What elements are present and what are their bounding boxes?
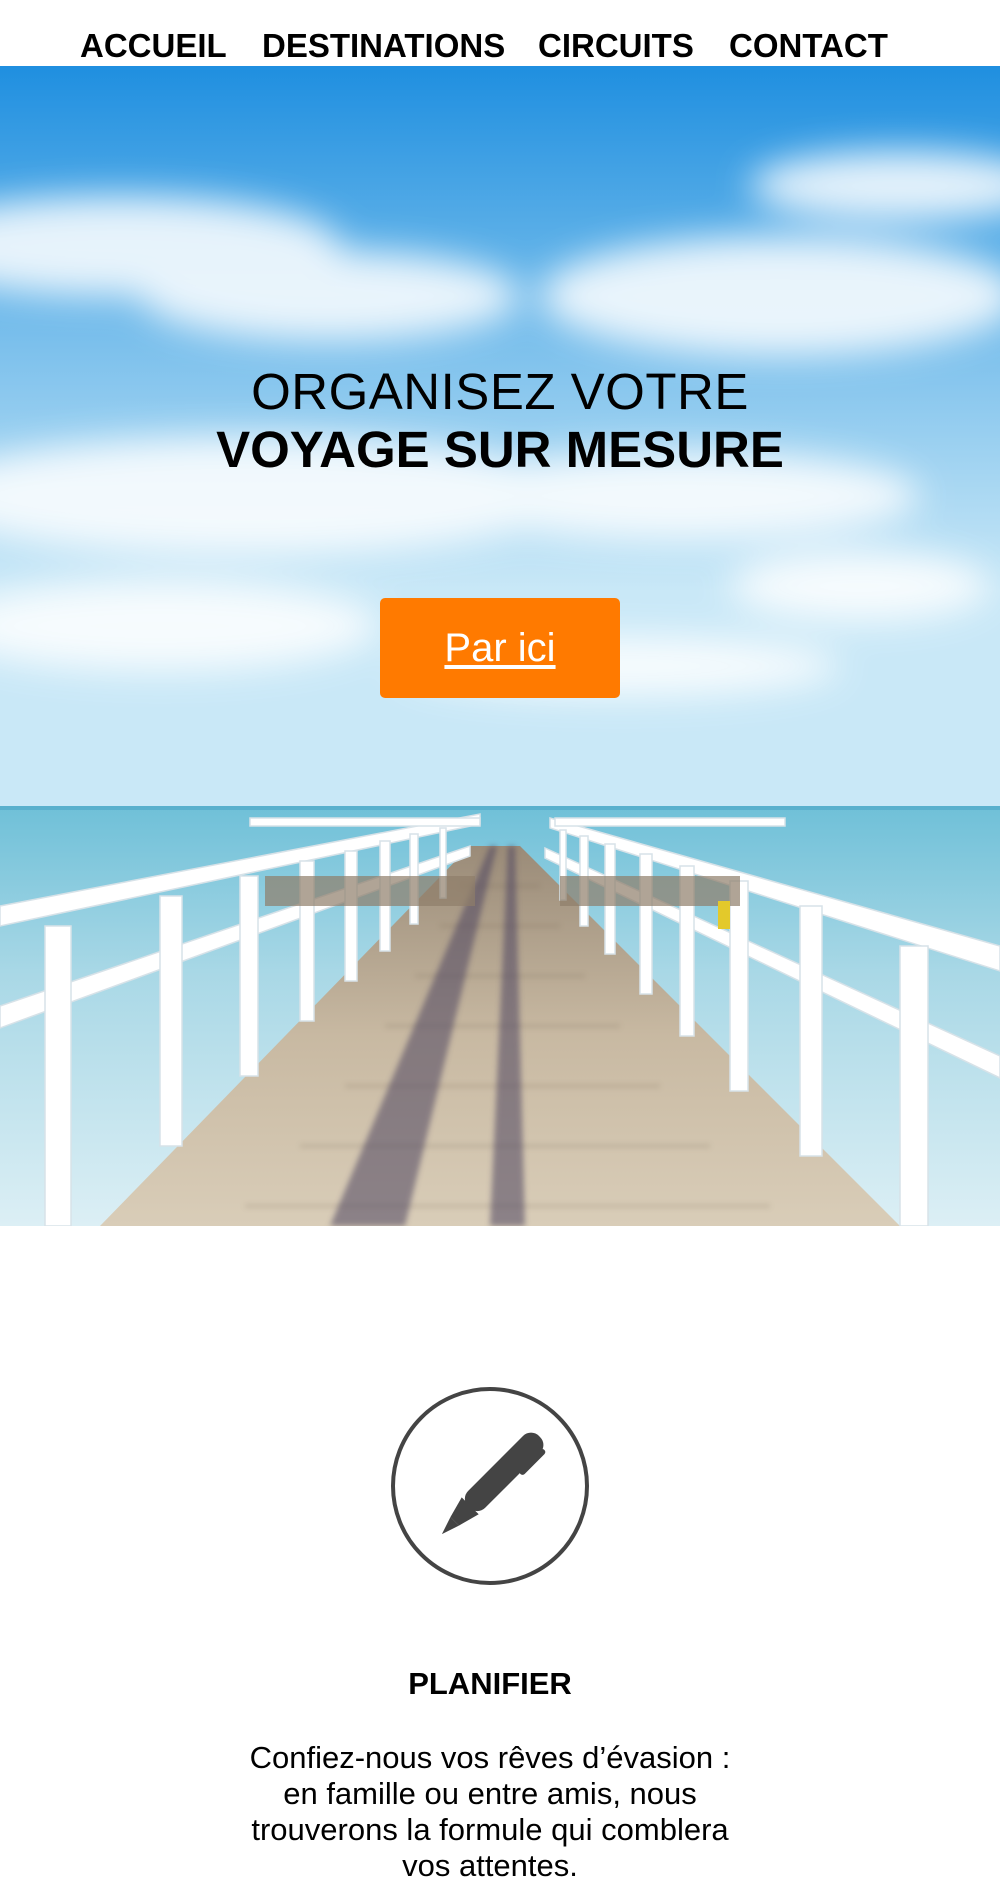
hero-heading-line2: VOYAGE SUR MESURE <box>216 421 784 478</box>
feature-title: PLANIFIER <box>408 1666 572 1701</box>
pen-icon <box>391 1387 589 1585</box>
par-ici-button[interactable]: Par ici <box>380 598 620 698</box>
top-navigation: ACCUEIL DESTINATIONS CIRCUITS CONTACT <box>0 0 1000 66</box>
nav-link-destinations[interactable]: DESTINATIONS <box>262 26 505 66</box>
hero-heading: ORGANISEZ VOTRE VOYAGE SUR MESURE <box>0 363 1000 479</box>
nav-link-contact[interactable]: CONTACT <box>729 26 888 66</box>
nav-link-accueil[interactable]: ACCUEIL <box>80 26 227 66</box>
hero-section: ORGANISEZ VOTRE VOYAGE SUR MESURE Par ic… <box>0 66 1000 1226</box>
hero-heading-line1: ORGANISEZ VOTRE <box>251 363 749 420</box>
page: ACCUEIL DESTINATIONS CIRCUITS CONTACT OR… <box>0 0 1000 1898</box>
nav-link-circuits[interactable]: CIRCUITS <box>538 26 694 66</box>
feature-section: PLANIFIER Confiez-nous vos rêves d’évasi… <box>0 1226 1000 1898</box>
feature-description: Confiez-nous vos rêves d’évasion : en fa… <box>249 1740 731 1883</box>
